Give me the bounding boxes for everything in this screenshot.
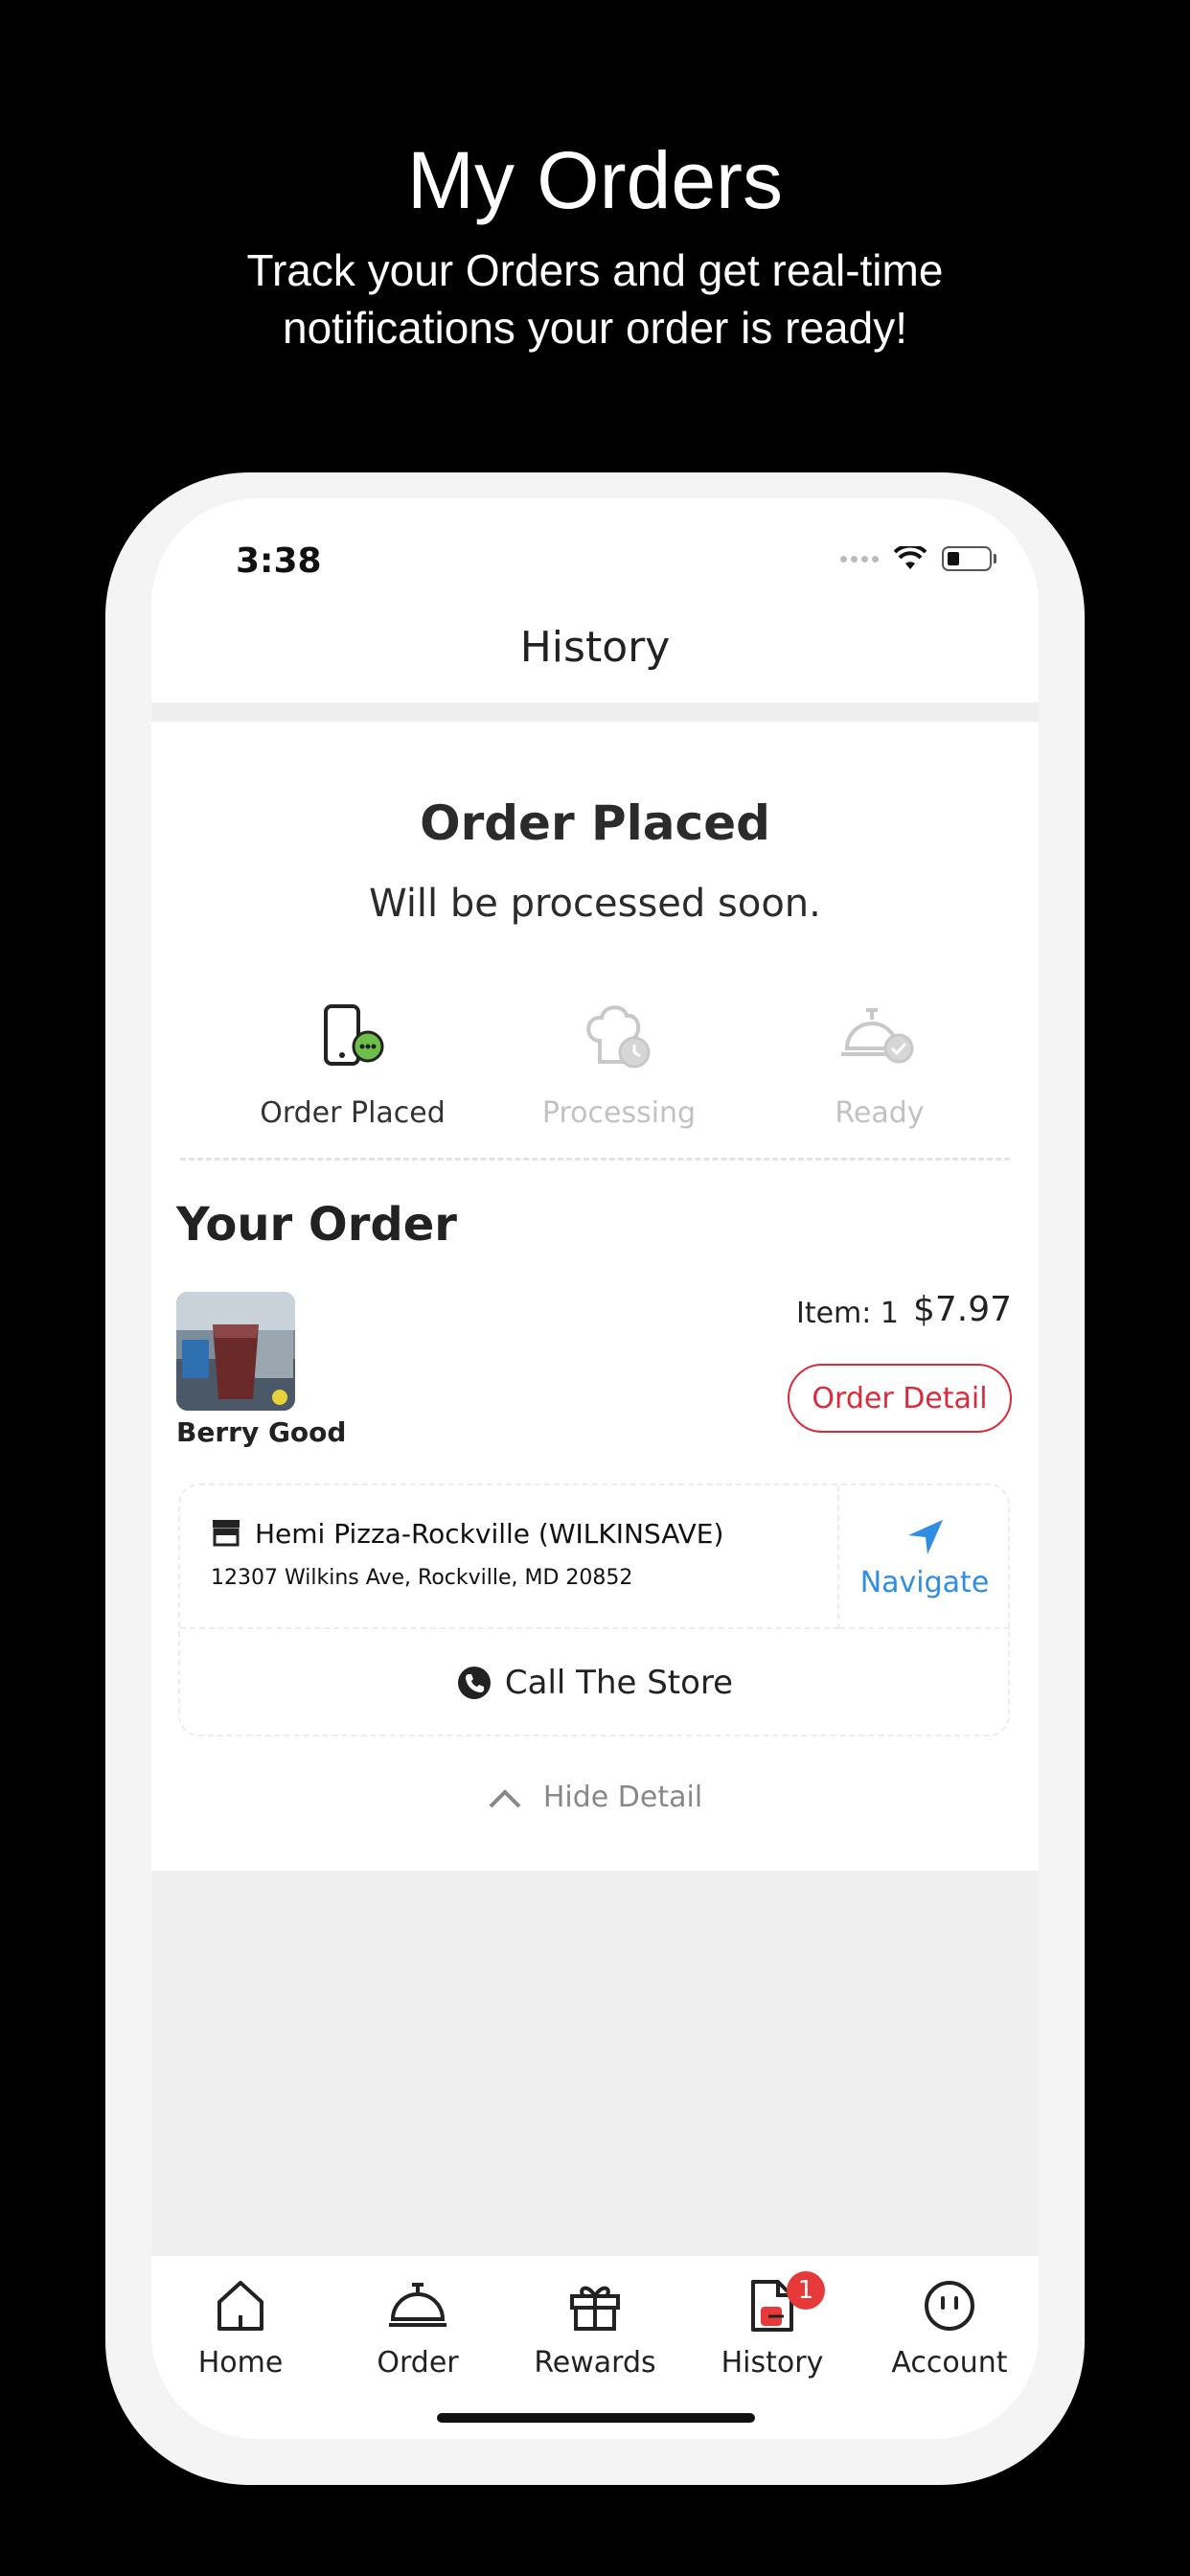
step-processing: Processing bbox=[523, 999, 715, 1130]
store-icon bbox=[213, 1520, 240, 1547]
section-divider bbox=[180, 1158, 1010, 1161]
phone-chat-icon bbox=[324, 1004, 384, 1066]
tab-home[interactable]: Home bbox=[151, 2275, 330, 2380]
order-status-subtext: Will be processed soon. bbox=[369, 882, 821, 926]
tab-label: Home bbox=[197, 2346, 284, 2380]
product-image bbox=[176, 1292, 295, 1411]
chef-hat-clock-icon bbox=[586, 1005, 651, 1069]
tab-bar: Home Order Rewards 1 History Account bbox=[151, 2256, 1039, 2439]
signal-icon bbox=[840, 555, 879, 563]
header-divider bbox=[151, 702, 1039, 722]
tab-order[interactable]: Order bbox=[329, 2275, 507, 2380]
home-icon bbox=[217, 2281, 263, 2331]
step-label: Ready bbox=[835, 1096, 925, 1130]
account-icon bbox=[925, 2281, 974, 2331]
chevron-up-icon bbox=[489, 1788, 521, 1807]
store-name: Hemi Pizza-Rockville (WILKINSAVE) bbox=[255, 1518, 724, 1550]
cloche-check-icon bbox=[841, 1008, 914, 1064]
order-total: $7.97 bbox=[912, 1290, 1012, 1329]
promo-title: My Orders bbox=[406, 135, 784, 225]
store-info: Hemi Pizza-Rockville (WILKINSAVE) 12307 … bbox=[180, 1485, 839, 1629]
status-time: 3:38 bbox=[236, 541, 322, 581]
call-store-button[interactable]: Call The Store bbox=[180, 1629, 1010, 1736]
empty-content-area bbox=[151, 1871, 1039, 2256]
navigate-label: Navigate bbox=[859, 1566, 990, 1599]
cloche-icon bbox=[389, 2283, 446, 2327]
phone-icon bbox=[457, 1667, 491, 1699]
product-name: Berry Good bbox=[176, 1416, 347, 1448]
home-indicator[interactable] bbox=[437, 2413, 755, 2423]
page-title: History bbox=[519, 623, 671, 672]
call-store-label: Call The Store bbox=[504, 1664, 734, 1702]
battery-icon bbox=[942, 546, 992, 571]
tab-label: Order bbox=[377, 2346, 459, 2380]
promo-subtitle: Track your Orders and get real-time noti… bbox=[246, 245, 944, 353]
navigate-button[interactable]: Navigate bbox=[839, 1485, 1010, 1629]
hide-detail-toggle[interactable]: Hide Detail bbox=[151, 1781, 1039, 1814]
notification-badge: 1 bbox=[787, 2271, 825, 2310]
tab-history[interactable]: 1 History bbox=[683, 2271, 861, 2380]
tab-rewards[interactable]: Rewards bbox=[506, 2275, 684, 2380]
step-order-placed: Order Placed bbox=[257, 999, 448, 1130]
store-card: Hemi Pizza-Rockville (WILKINSAVE) 12307 … bbox=[178, 1484, 1010, 1736]
navigation-arrow-icon bbox=[908, 1520, 943, 1554]
tab-account[interactable]: Account bbox=[860, 2275, 1039, 2380]
tab-label: Rewards bbox=[534, 2346, 656, 2380]
status-icons bbox=[840, 546, 996, 571]
your-order-heading: Your Order bbox=[176, 1198, 457, 1252]
step-ready: Ready bbox=[784, 999, 975, 1130]
step-label: Order Placed bbox=[260, 1096, 446, 1130]
store-address: 12307 Wilkins Ave, Rockville, MD 20852 bbox=[211, 1566, 633, 1590]
order-detail-button[interactable]: Order Detail bbox=[788, 1364, 1012, 1433]
tab-label: History bbox=[721, 2346, 824, 2380]
step-label: Processing bbox=[541, 1096, 697, 1130]
order-status-heading: Order Placed bbox=[420, 795, 770, 851]
tab-label: Account bbox=[891, 2346, 1008, 2380]
app-screen: 3:38 History Order Placed Will be proces… bbox=[151, 498, 1039, 2439]
item-count: Item: 1 bbox=[795, 1297, 899, 1330]
gift-icon bbox=[570, 2286, 620, 2331]
wifi-icon bbox=[894, 546, 927, 569]
hide-detail-label: Hide Detail bbox=[542, 1781, 703, 1814]
